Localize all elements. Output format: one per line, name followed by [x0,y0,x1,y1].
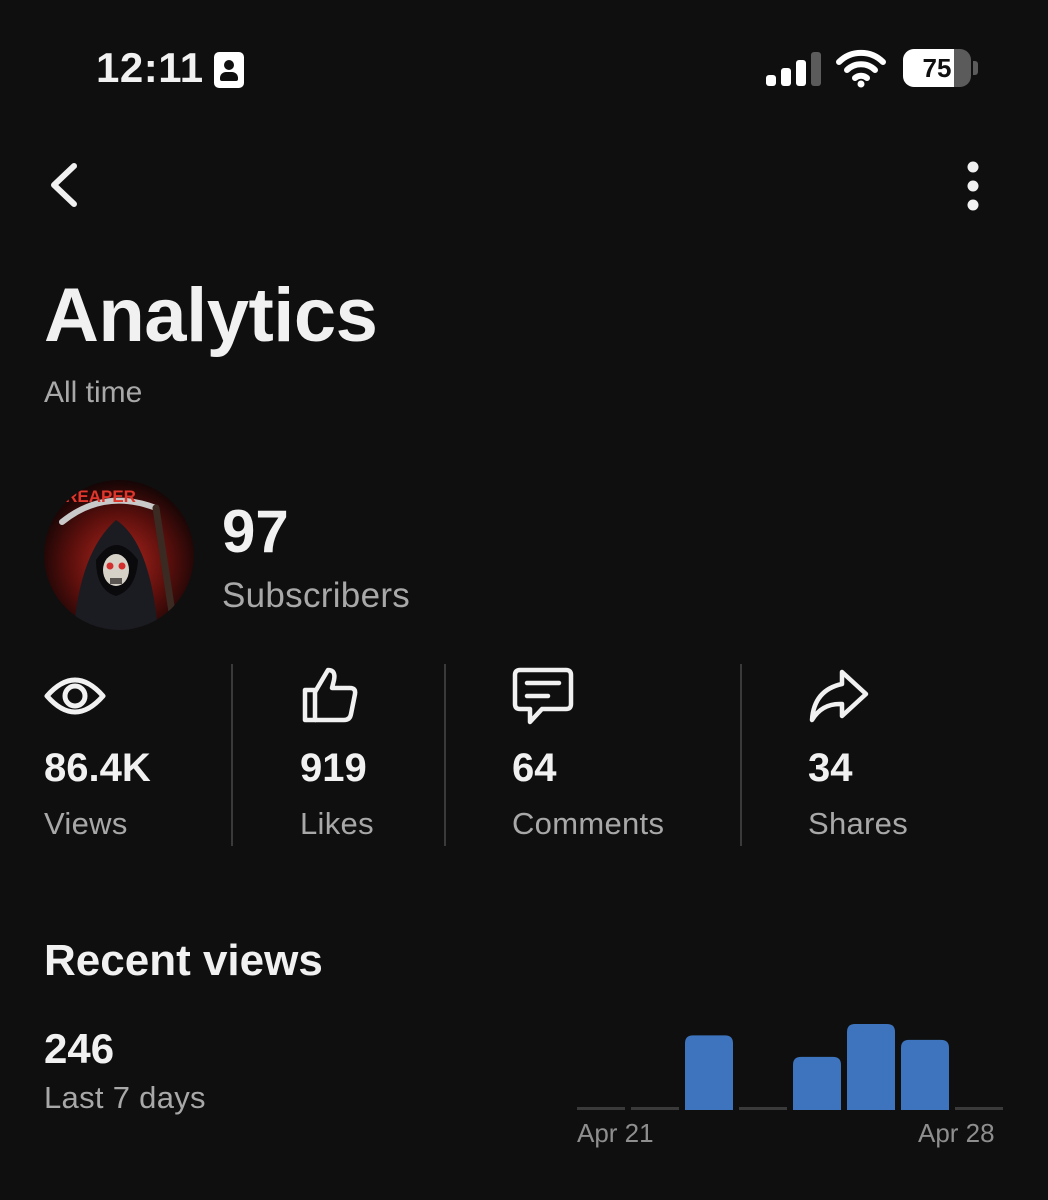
battery-tip [973,61,978,75]
chart-bar [847,1024,895,1110]
cellular-signal-icon [766,52,822,86]
avatar-text: IZREAPER [50,487,136,506]
share-icon [809,669,869,723]
chart-bar [793,1056,841,1110]
chart-tick-start: Apr 21 [577,1118,654,1148]
status-time: 12:11 [96,44,204,91]
views-value: 86.4K [44,746,151,790]
chart-bar-empty [955,1107,1003,1110]
shares-label: Shares [808,806,909,841]
vertical-ellipsis-icon [967,161,979,211]
chart-bar-empty [631,1107,679,1110]
stat-divider [740,664,742,846]
contact-card-icon [214,52,244,88]
back-button[interactable] [40,160,88,210]
thumbs-up-icon [302,667,358,723]
shares-value: 34 [808,746,853,790]
more-options-button[interactable] [950,158,996,214]
recent-views-value: 246 [44,1025,115,1072]
subscriber-count: 97 [222,498,289,565]
analytics-screen: 12:11 75 Analytics All time IZREAPER 97 … [0,0,1048,1200]
chart-bar [685,1035,733,1110]
stat-divider [444,664,446,846]
chevron-left-icon [51,163,77,207]
chart-bar [901,1039,949,1110]
stat-divider [231,664,233,846]
page-title: Analytics [44,273,378,358]
recent-views-title: Recent views [44,936,323,985]
likes-value: 919 [300,746,367,790]
comment-icon [512,667,574,725]
likes-label: Likes [300,806,374,841]
wifi-icon [836,49,886,88]
recent-views-period: Last 7 days [44,1080,206,1115]
time-range-label: All time [44,376,143,409]
battery-percent: 75 [922,53,952,83]
chart-bar-empty [577,1107,625,1110]
reaper-logo: IZREAPER [44,480,194,630]
eye-icon [44,677,106,715]
chart-bar-empty [739,1107,787,1110]
subscriber-label: Subscribers [222,576,411,615]
channel-avatar: IZREAPER [44,480,194,630]
chart-tick-end: Apr 28 [918,1118,995,1148]
comments-label: Comments [512,806,665,841]
views-label: Views [44,806,128,841]
battery-icon: 75 [903,49,971,87]
comments-value: 64 [512,746,557,790]
